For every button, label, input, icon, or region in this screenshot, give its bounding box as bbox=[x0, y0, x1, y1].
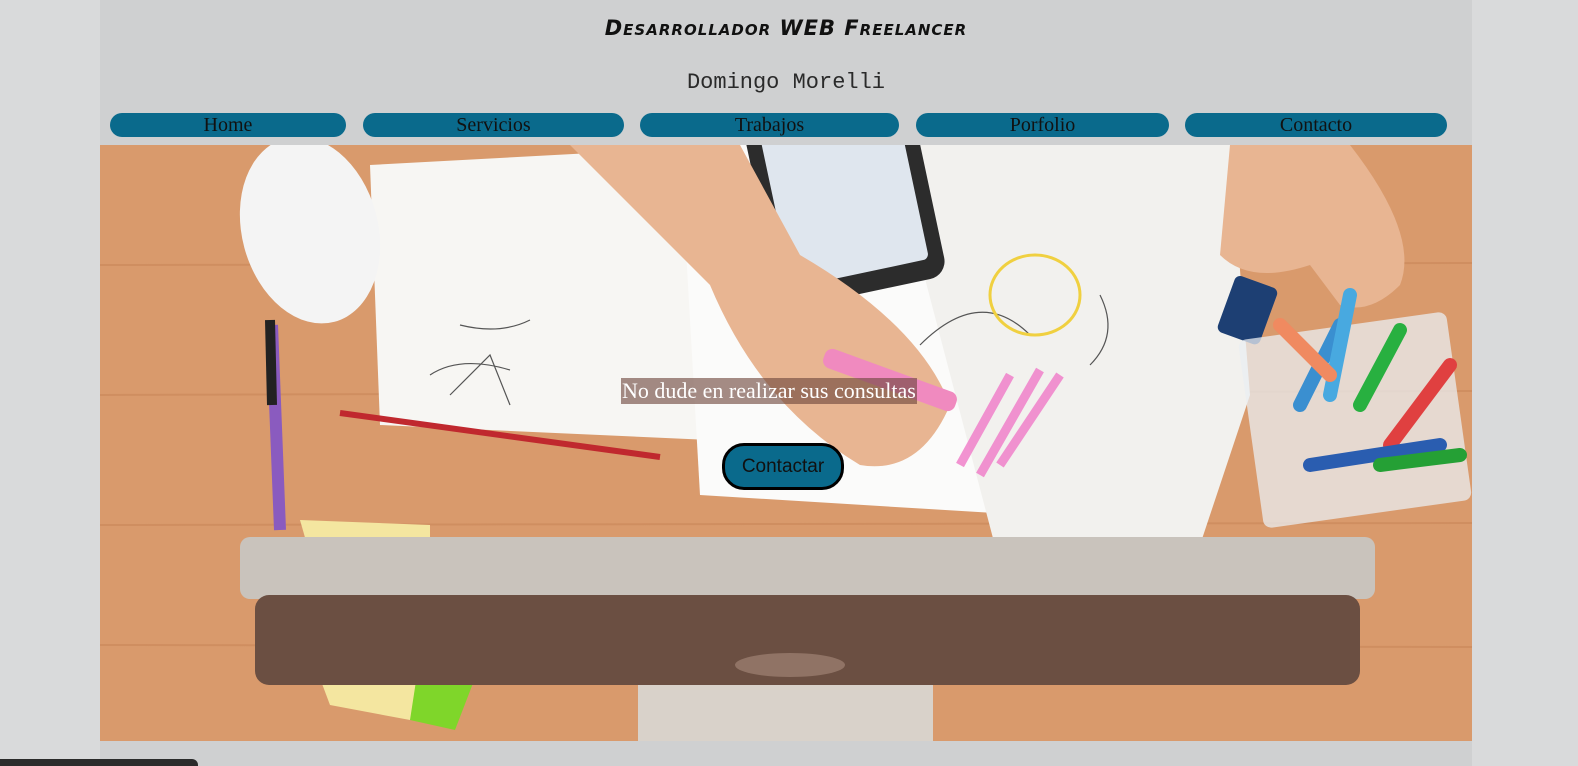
nav-item-contacto[interactable]: Contacto bbox=[1185, 113, 1447, 137]
page: Desarrollador WEB Freelancer Domingo Mor… bbox=[100, 0, 1472, 766]
hero-section: No dude en realizar sus consultas Contac… bbox=[100, 145, 1472, 741]
nav-item-porfolio[interactable]: Porfolio bbox=[916, 113, 1169, 137]
site-title: Desarrollador WEB Freelancer bbox=[604, 16, 968, 40]
main-nav: Home Servicios Trabajos Porfolio Contact… bbox=[100, 113, 1472, 137]
contactar-button[interactable]: Contactar bbox=[722, 443, 844, 490]
nav-item-home[interactable]: Home bbox=[110, 113, 346, 137]
nav-item-servicios[interactable]: Servicios bbox=[363, 113, 624, 137]
nav-item-trabajos[interactable]: Trabajos bbox=[640, 113, 899, 137]
hero-tagline: No dude en realizar sus consultas bbox=[621, 378, 917, 404]
author-name: Domingo Morelli bbox=[686, 70, 886, 95]
bottom-status-bar bbox=[0, 759, 198, 766]
